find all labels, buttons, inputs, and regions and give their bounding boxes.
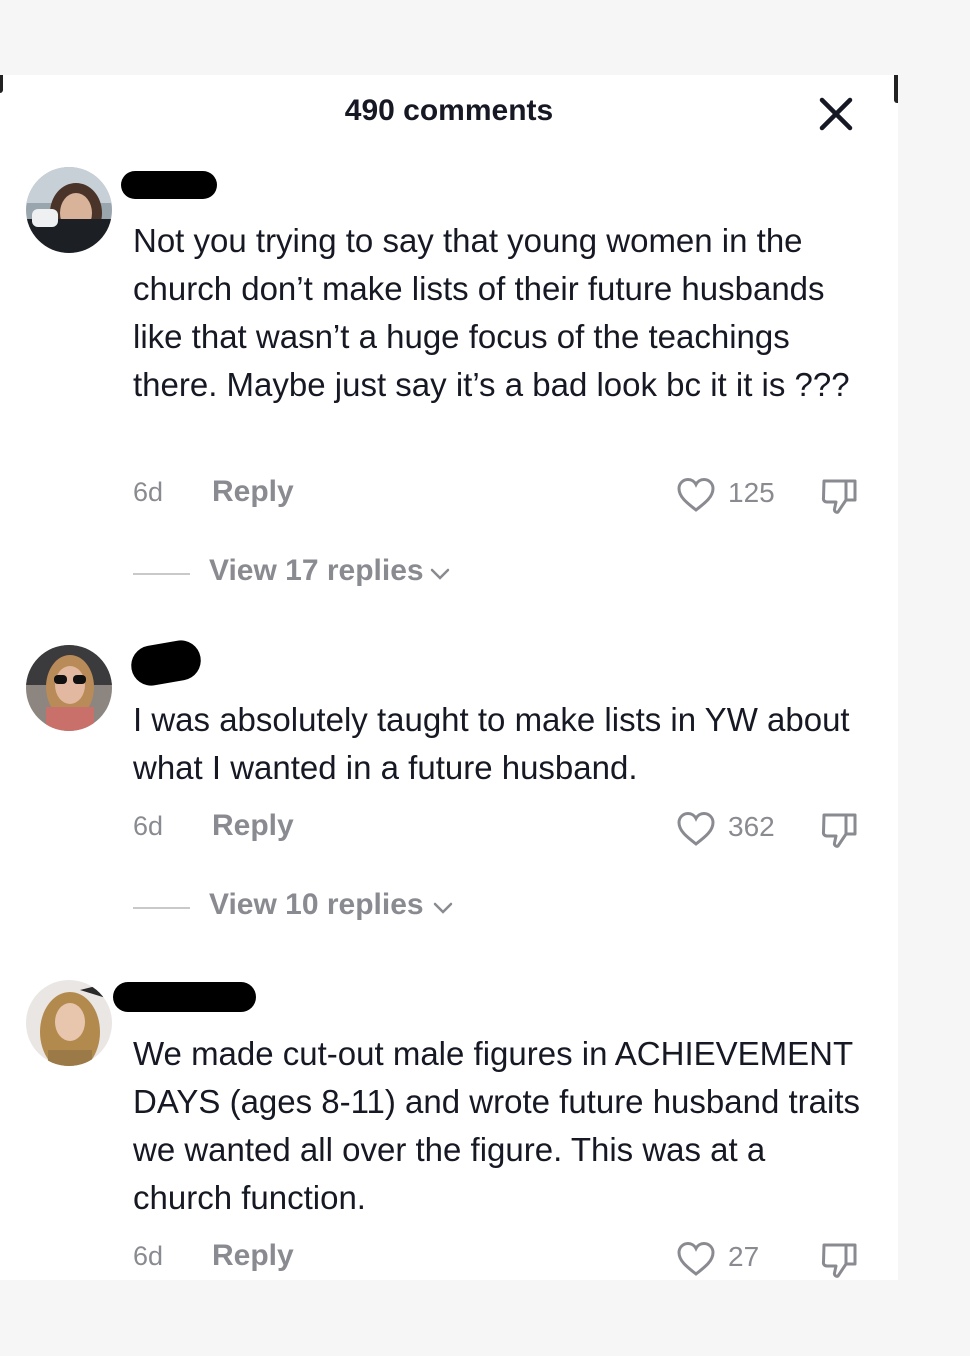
heart-icon[interactable] <box>675 1239 717 1279</box>
reply-button[interactable]: Reply <box>212 1239 294 1273</box>
close-button[interactable] <box>815 93 857 135</box>
heart-icon[interactable] <box>675 809 717 849</box>
avatar[interactable] <box>26 980 112 1066</box>
comment-text: I was absolutely taught to make lists in… <box>133 701 850 786</box>
comment-text: Not you trying to say that young women i… <box>133 222 850 403</box>
avatar[interactable] <box>26 645 112 731</box>
view-replies-label: View 10 replies <box>209 888 424 921</box>
panel-edge-left <box>0 75 3 93</box>
thumbs-down-icon[interactable] <box>819 809 861 851</box>
thumbs-down-icon[interactable] <box>819 475 861 517</box>
comment-time: 6d <box>133 811 164 841</box>
thumbs-down-icon[interactable] <box>819 1239 861 1281</box>
comment-time: 6d <box>133 1241 164 1271</box>
chevron-down-icon <box>430 568 450 580</box>
like-count: 125 <box>728 477 775 508</box>
avatar[interactable] <box>26 167 112 253</box>
view-replies-label: View 17 replies <box>209 554 424 587</box>
redacted-username <box>113 982 256 1012</box>
comments-count-title: 490 comments <box>344 94 554 127</box>
replies-divider <box>133 907 190 909</box>
comment-text: We made cut-out male figures in ACHIEVEM… <box>133 1035 860 1216</box>
redacted-username <box>121 171 217 199</box>
heart-icon[interactable] <box>675 475 717 515</box>
like-count: 362 <box>728 811 775 842</box>
close-icon <box>819 97 853 131</box>
view-replies-button[interactable]: View 10 replies <box>133 888 473 928</box>
replies-divider <box>133 573 190 575</box>
reply-button[interactable]: Reply <box>212 809 294 843</box>
chevron-down-icon <box>433 902 453 914</box>
reply-button[interactable]: Reply <box>212 475 294 509</box>
comment-actions: 6d Reply 125 <box>133 475 873 515</box>
like-count: 27 <box>728 1241 760 1272</box>
comment-time: 6d <box>133 477 164 507</box>
comment-actions: 6d Reply 27 <box>133 1239 873 1279</box>
view-replies-button[interactable]: View 17 replies <box>133 554 473 594</box>
comment-actions: 6d Reply 362 <box>133 809 873 849</box>
